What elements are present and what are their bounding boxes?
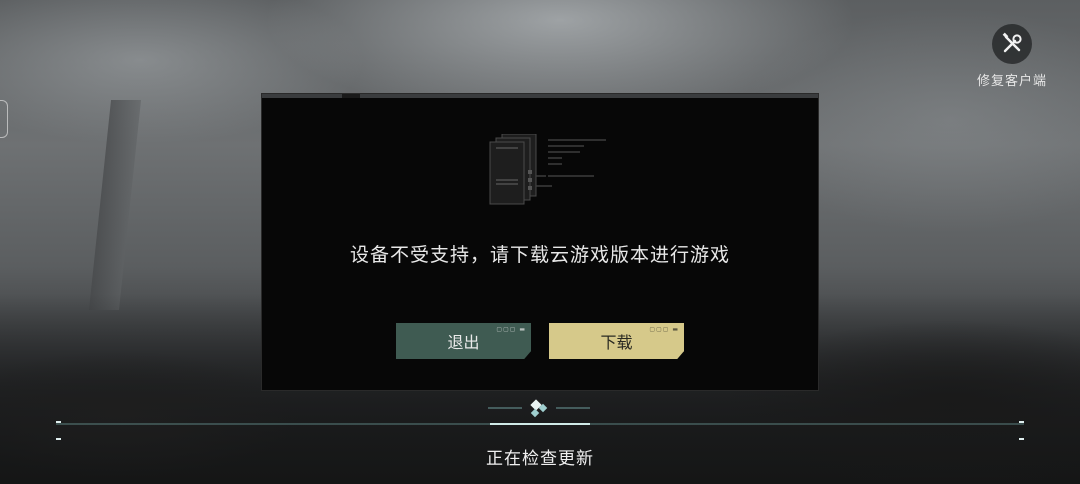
- update-status-text: 正在检查更新: [486, 449, 594, 469]
- loading-progress-bar: [56, 399, 1024, 440]
- repair-button[interactable]: [992, 24, 1032, 64]
- repair-label: 修复客户端: [976, 74, 1047, 89]
- wrench-screwdriver-icon: [1002, 32, 1022, 53]
- unsupported-device-dialog: 设备不受支持，请下载云游戏版本进行游戏 退出 ▢▢▢ ▬ 下载 ▢▢▢ ▬: [261, 93, 819, 391]
- repair-client[interactable]: 修复客户端: [972, 24, 1052, 89]
- exit-button-label: 退出: [447, 333, 480, 352]
- exit-button[interactable]: 退出 ▢▢▢ ▬: [396, 323, 531, 359]
- dialog-top-bar: [262, 94, 818, 98]
- diamond-loading-icon: [530, 399, 548, 418]
- button-decoration: ▢▢▢ ▬: [496, 326, 526, 333]
- unsupported-message: 设备不受支持，请下载云游戏版本进行游戏: [349, 244, 730, 266]
- chip-illustration-icon: [489, 134, 606, 205]
- download-button[interactable]: 下载 ▢▢▢ ▬: [549, 323, 684, 359]
- side-panel-tab[interactable]: [0, 100, 8, 138]
- button-decoration: ▢▢▢ ▬: [649, 326, 679, 333]
- download-button-label: 下载: [600, 333, 633, 352]
